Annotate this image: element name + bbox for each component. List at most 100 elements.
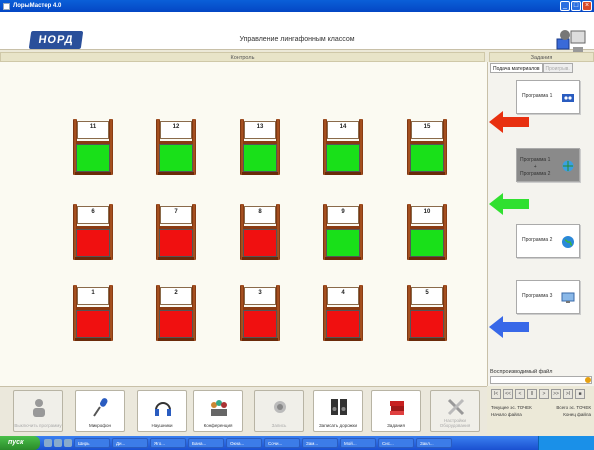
transport-button[interactable]: ■ bbox=[575, 389, 585, 399]
toolbar-button-headphones[interactable]: Наушники bbox=[137, 390, 187, 432]
booth-status bbox=[243, 144, 277, 172]
toolbar-button-tools[interactable]: Настройки Оборудования bbox=[430, 390, 480, 432]
windows-taskbar: пуск Ширь Ди... Яго... Бана... Окна... Сочи..… bbox=[0, 436, 594, 450]
program-card-2[interactable]: Программа 2 bbox=[516, 224, 580, 258]
booth-number: 3 bbox=[258, 290, 262, 296]
app-header: НОРД Управление лингафонным классом bbox=[0, 12, 594, 53]
booth-7[interactable]: 7 bbox=[156, 204, 196, 260]
taskbar-item[interactable]: Ширь bbox=[74, 438, 110, 448]
booth-number: 13 bbox=[256, 124, 264, 130]
booth-base bbox=[158, 172, 194, 175]
taskbar-item[interactable]: Бана... bbox=[188, 438, 224, 448]
booth-15[interactable]: 15 bbox=[407, 119, 447, 175]
tab-playback[interactable]: Проигрыв. bbox=[542, 63, 573, 73]
booth-base bbox=[158, 338, 194, 341]
transport-button[interactable]: >> bbox=[551, 389, 561, 399]
booth-number: 14 bbox=[339, 124, 347, 130]
globe-tape-icon bbox=[562, 160, 574, 172]
taskbar-item[interactable]: Яго... bbox=[150, 438, 186, 448]
booth-base bbox=[409, 257, 445, 260]
booth-number: 11 bbox=[89, 124, 97, 130]
toolbar-label: Выключить программу bbox=[14, 423, 62, 428]
playback-status: Текущее эс. ТОЧЕК Всего эс. ТОЧЕК Начало … bbox=[491, 405, 591, 417]
booth-14[interactable]: 14 bbox=[323, 119, 363, 175]
booth-5[interactable]: 5 bbox=[407, 285, 447, 341]
app-heading: Управление лингафонным классом bbox=[239, 36, 355, 43]
toolbar-button-group[interactable]: Конференция bbox=[193, 390, 243, 432]
transport-button[interactable]: >I bbox=[563, 389, 573, 399]
program-label: Программа 3 bbox=[522, 293, 553, 299]
booth-number: 12 bbox=[172, 124, 180, 130]
maximize-button[interactable]: □ bbox=[571, 1, 581, 11]
booth-8[interactable]: 8 bbox=[240, 204, 280, 260]
taskbar-item[interactable]: Сис... bbox=[378, 438, 414, 448]
booth-status bbox=[410, 310, 444, 338]
booth-status bbox=[159, 144, 193, 172]
booth-9[interactable]: 9 bbox=[323, 204, 363, 260]
transport-button[interactable]: << bbox=[503, 389, 513, 399]
booth-11[interactable]: 11 bbox=[73, 119, 113, 175]
booth-3[interactable]: 3 bbox=[240, 285, 280, 341]
booth-number: 4 bbox=[341, 290, 345, 296]
transport-button[interactable]: I< bbox=[491, 389, 501, 399]
playback-file-input[interactable] bbox=[490, 376, 592, 384]
taskbar-item[interactable]: Мой... bbox=[340, 438, 376, 448]
booth-6[interactable]: 6 bbox=[73, 204, 113, 260]
booth-10[interactable]: 10 bbox=[407, 204, 447, 260]
books-icon bbox=[390, 401, 404, 415]
system-tray bbox=[538, 436, 594, 450]
booth-base bbox=[242, 257, 278, 260]
transport-button[interactable]: < bbox=[515, 389, 525, 399]
taskbar-item[interactable]: Ди... bbox=[112, 438, 148, 448]
booth-base bbox=[75, 257, 111, 260]
close-button[interactable]: × bbox=[582, 1, 592, 11]
toolbar-label: Конференция bbox=[203, 423, 233, 428]
program-card-1[interactable]: Программа 1 bbox=[516, 80, 580, 114]
quicklaunch-icon[interactable] bbox=[54, 439, 62, 447]
quicklaunch-icon[interactable] bbox=[44, 439, 52, 447]
booth-number: 2 bbox=[174, 290, 178, 296]
toolbar-label: Запись bbox=[271, 423, 287, 428]
dropdown-icon[interactable] bbox=[585, 377, 591, 383]
toolbar-label: Настройки Оборудования bbox=[439, 418, 471, 428]
quicklaunch-icon[interactable] bbox=[64, 439, 72, 447]
booth-number: 8 bbox=[258, 209, 262, 215]
app-icon bbox=[3, 2, 10, 10]
toolbar-button-speakers[interactable]: Записать дорожки bbox=[313, 390, 363, 432]
booth-4[interactable]: 4 bbox=[323, 285, 363, 341]
booth-status bbox=[243, 310, 277, 338]
taskbar-item[interactable]: Закл... bbox=[416, 438, 452, 448]
transport-button[interactable]: II bbox=[527, 389, 537, 399]
booth-number: 7 bbox=[174, 209, 178, 215]
start-button[interactable]: пуск bbox=[0, 436, 40, 450]
booth-base bbox=[325, 257, 361, 260]
booth-status bbox=[76, 144, 110, 172]
booth-1[interactable]: 1 bbox=[73, 285, 113, 341]
minimize-button[interactable]: _ bbox=[560, 1, 570, 11]
tab-material[interactable]: Подача материалов bbox=[490, 63, 543, 73]
taskbar-item[interactable]: Зам... bbox=[302, 438, 338, 448]
booth-number: 5 bbox=[425, 290, 429, 296]
program-card-3[interactable]: Программа 3 bbox=[516, 280, 580, 314]
booth-status bbox=[326, 144, 360, 172]
globe-icon bbox=[562, 236, 574, 248]
booth-base bbox=[75, 172, 111, 175]
toolbar-button-record[interactable]: Запись bbox=[254, 390, 304, 432]
booth-base bbox=[409, 172, 445, 175]
tape-icon bbox=[562, 94, 574, 102]
taskbar-item[interactable]: Сочи... bbox=[264, 438, 300, 448]
toolbar-button-books[interactable]: Задания bbox=[371, 390, 421, 432]
transport-button[interactable]: > bbox=[539, 389, 549, 399]
toolbar-button-microphone[interactable]: Микрофон bbox=[75, 390, 125, 432]
computer-icon bbox=[561, 292, 575, 303]
taskbar-item[interactable]: Окна... bbox=[226, 438, 262, 448]
booth-status bbox=[326, 310, 360, 338]
booth-13[interactable]: 13 bbox=[240, 119, 280, 175]
booth-base bbox=[75, 338, 111, 341]
bottom-toolbar: Выключить программу Микрофон Наушники Конфе… bbox=[0, 386, 487, 436]
toolbar-button-person[interactable]: Выключить программу bbox=[13, 390, 63, 432]
booth-12[interactable]: 12 bbox=[156, 119, 196, 175]
booth-2[interactable]: 2 bbox=[156, 285, 196, 341]
program-card-1-2[interactable]: Программа 1 + Программа 2 bbox=[516, 148, 580, 182]
red-arrow-icon bbox=[489, 111, 529, 133]
